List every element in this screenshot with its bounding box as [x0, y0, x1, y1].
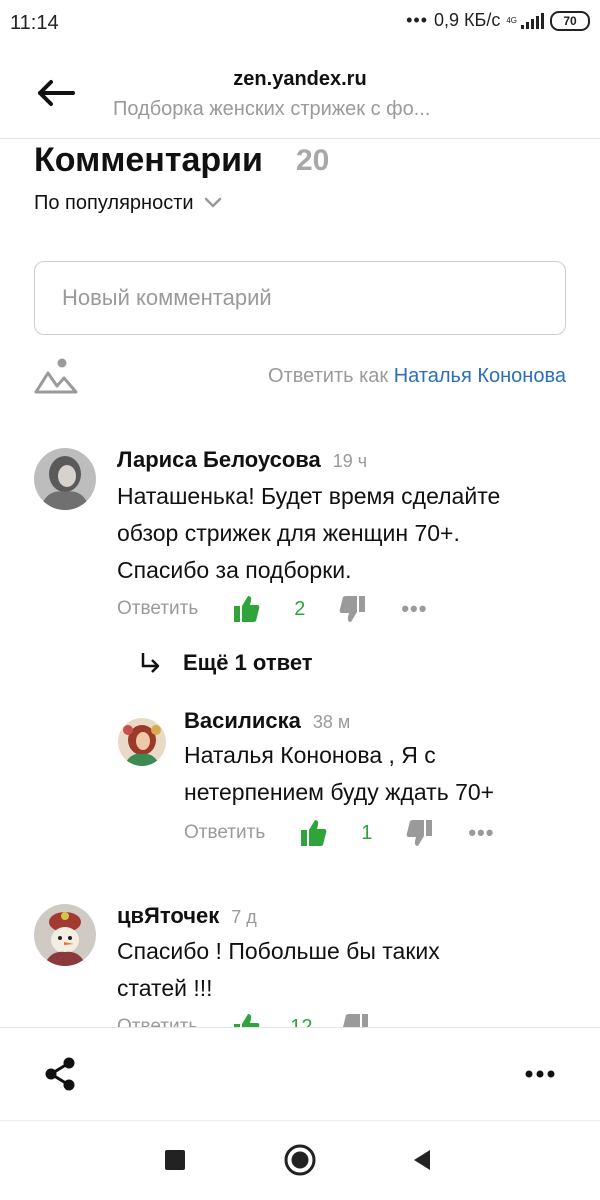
chevron-down-icon — [204, 192, 222, 215]
menu-icon[interactable] — [524, 1064, 556, 1084]
like-count: 1 — [361, 821, 373, 844]
battery-level: 70 — [563, 13, 577, 28]
divider — [0, 138, 600, 139]
comments-count: 20 — [296, 144, 330, 177]
comment-text: Наташенька! Будет время сделайте обзор с… — [117, 478, 577, 589]
comment-author[interactable]: Лариса Белоусова 19 ч — [117, 447, 367, 473]
comment-line: Наташенька! Будет время сделайте — [117, 483, 501, 509]
more-icon[interactable]: ••• — [468, 820, 494, 846]
comment-author[interactable]: цвЯточек 7 д — [117, 903, 257, 929]
more-replies-button[interactable]: Ещё 1 ответ — [139, 650, 313, 676]
reply-arrow-icon — [139, 651, 161, 675]
comment-actions: Ответить 1 ••• — [184, 818, 494, 848]
signal-icon — [521, 12, 544, 29]
more-icon[interactable]: ••• — [401, 596, 427, 622]
comment-line: Наталья Кононова , Я с — [184, 742, 436, 768]
more-replies-label: Ещё 1 ответ — [183, 650, 313, 675]
comment-line: Спасибо ! Побольше бы таких — [117, 938, 440, 964]
sort-dropdown[interactable]: По популярности — [34, 192, 222, 215]
network-type: 4G — [506, 15, 517, 25]
bottom-action-bar — [0, 1028, 600, 1120]
status-indicators: ••• 0,9 КБ/с 4G 70 — [406, 10, 590, 31]
comment-text: Спасибо ! Побольше бы таких статей !!! — [117, 933, 577, 1007]
reply-as: Ответить как Наталья Кононова — [268, 365, 566, 388]
avatar[interactable] — [34, 448, 96, 510]
comment-line: нетерпением буду ждать 70+ — [184, 779, 495, 805]
divider — [0, 1027, 600, 1028]
comment-author[interactable]: Василиска 38 м — [184, 708, 350, 734]
notification-dots: ••• — [406, 10, 428, 30]
battery-icon: 70 — [550, 10, 590, 31]
network-speed: 0,9 КБ/с — [434, 10, 501, 30]
comment-time: 38 м — [312, 712, 351, 732]
nav-square-icon[interactable] — [165, 1150, 185, 1170]
page-domain: zen.yandex.ru — [233, 68, 367, 90]
thumbs-up-icon[interactable] — [301, 819, 327, 847]
avatar[interactable] — [34, 904, 96, 966]
new-comment-input[interactable] — [34, 261, 566, 335]
reply-button[interactable]: Ответить — [184, 822, 265, 844]
page-subtitle: Подборка женских стрижек с фо... — [113, 98, 431, 120]
sort-label: По популярности — [34, 192, 194, 214]
author-name[interactable]: Лариса Белоусова — [117, 447, 321, 472]
comment-time: 7 д — [231, 907, 257, 927]
nav-home-icon[interactable] — [284, 1144, 316, 1176]
comment-time: 19 ч — [332, 451, 368, 471]
comment-text: Наталья Кононова , Я с нетерпением буду … — [184, 737, 584, 811]
comment-actions: Ответить 2 ••• — [117, 594, 427, 624]
author-name[interactable]: Василиска — [184, 708, 301, 733]
like-count: 2 — [294, 597, 306, 620]
comment-line: Спасибо за подборки. — [117, 557, 352, 583]
comments-title: Комментарии — [34, 141, 263, 179]
status-time: 11:14 — [10, 12, 59, 34]
author-name[interactable]: цвЯточек — [117, 903, 219, 928]
comment-line: обзор стрижек для женщин 70+. — [117, 520, 460, 546]
reply-as-user-link[interactable]: Наталья Кононова — [394, 365, 566, 387]
avatar[interactable] — [118, 718, 166, 766]
thumbs-up-icon[interactable] — [234, 595, 260, 623]
divider — [0, 1120, 600, 1121]
nav-back-icon[interactable] — [412, 1149, 432, 1171]
thumbs-down-icon[interactable] — [406, 819, 433, 847]
share-icon[interactable] — [44, 1056, 76, 1092]
reply-as-label: Ответить как — [268, 365, 389, 387]
thumbs-down-icon[interactable] — [339, 595, 366, 623]
reply-button[interactable]: Ответить — [117, 598, 198, 620]
image-icon[interactable] — [33, 357, 79, 395]
comment-line: статей !!! — [117, 975, 213, 1001]
